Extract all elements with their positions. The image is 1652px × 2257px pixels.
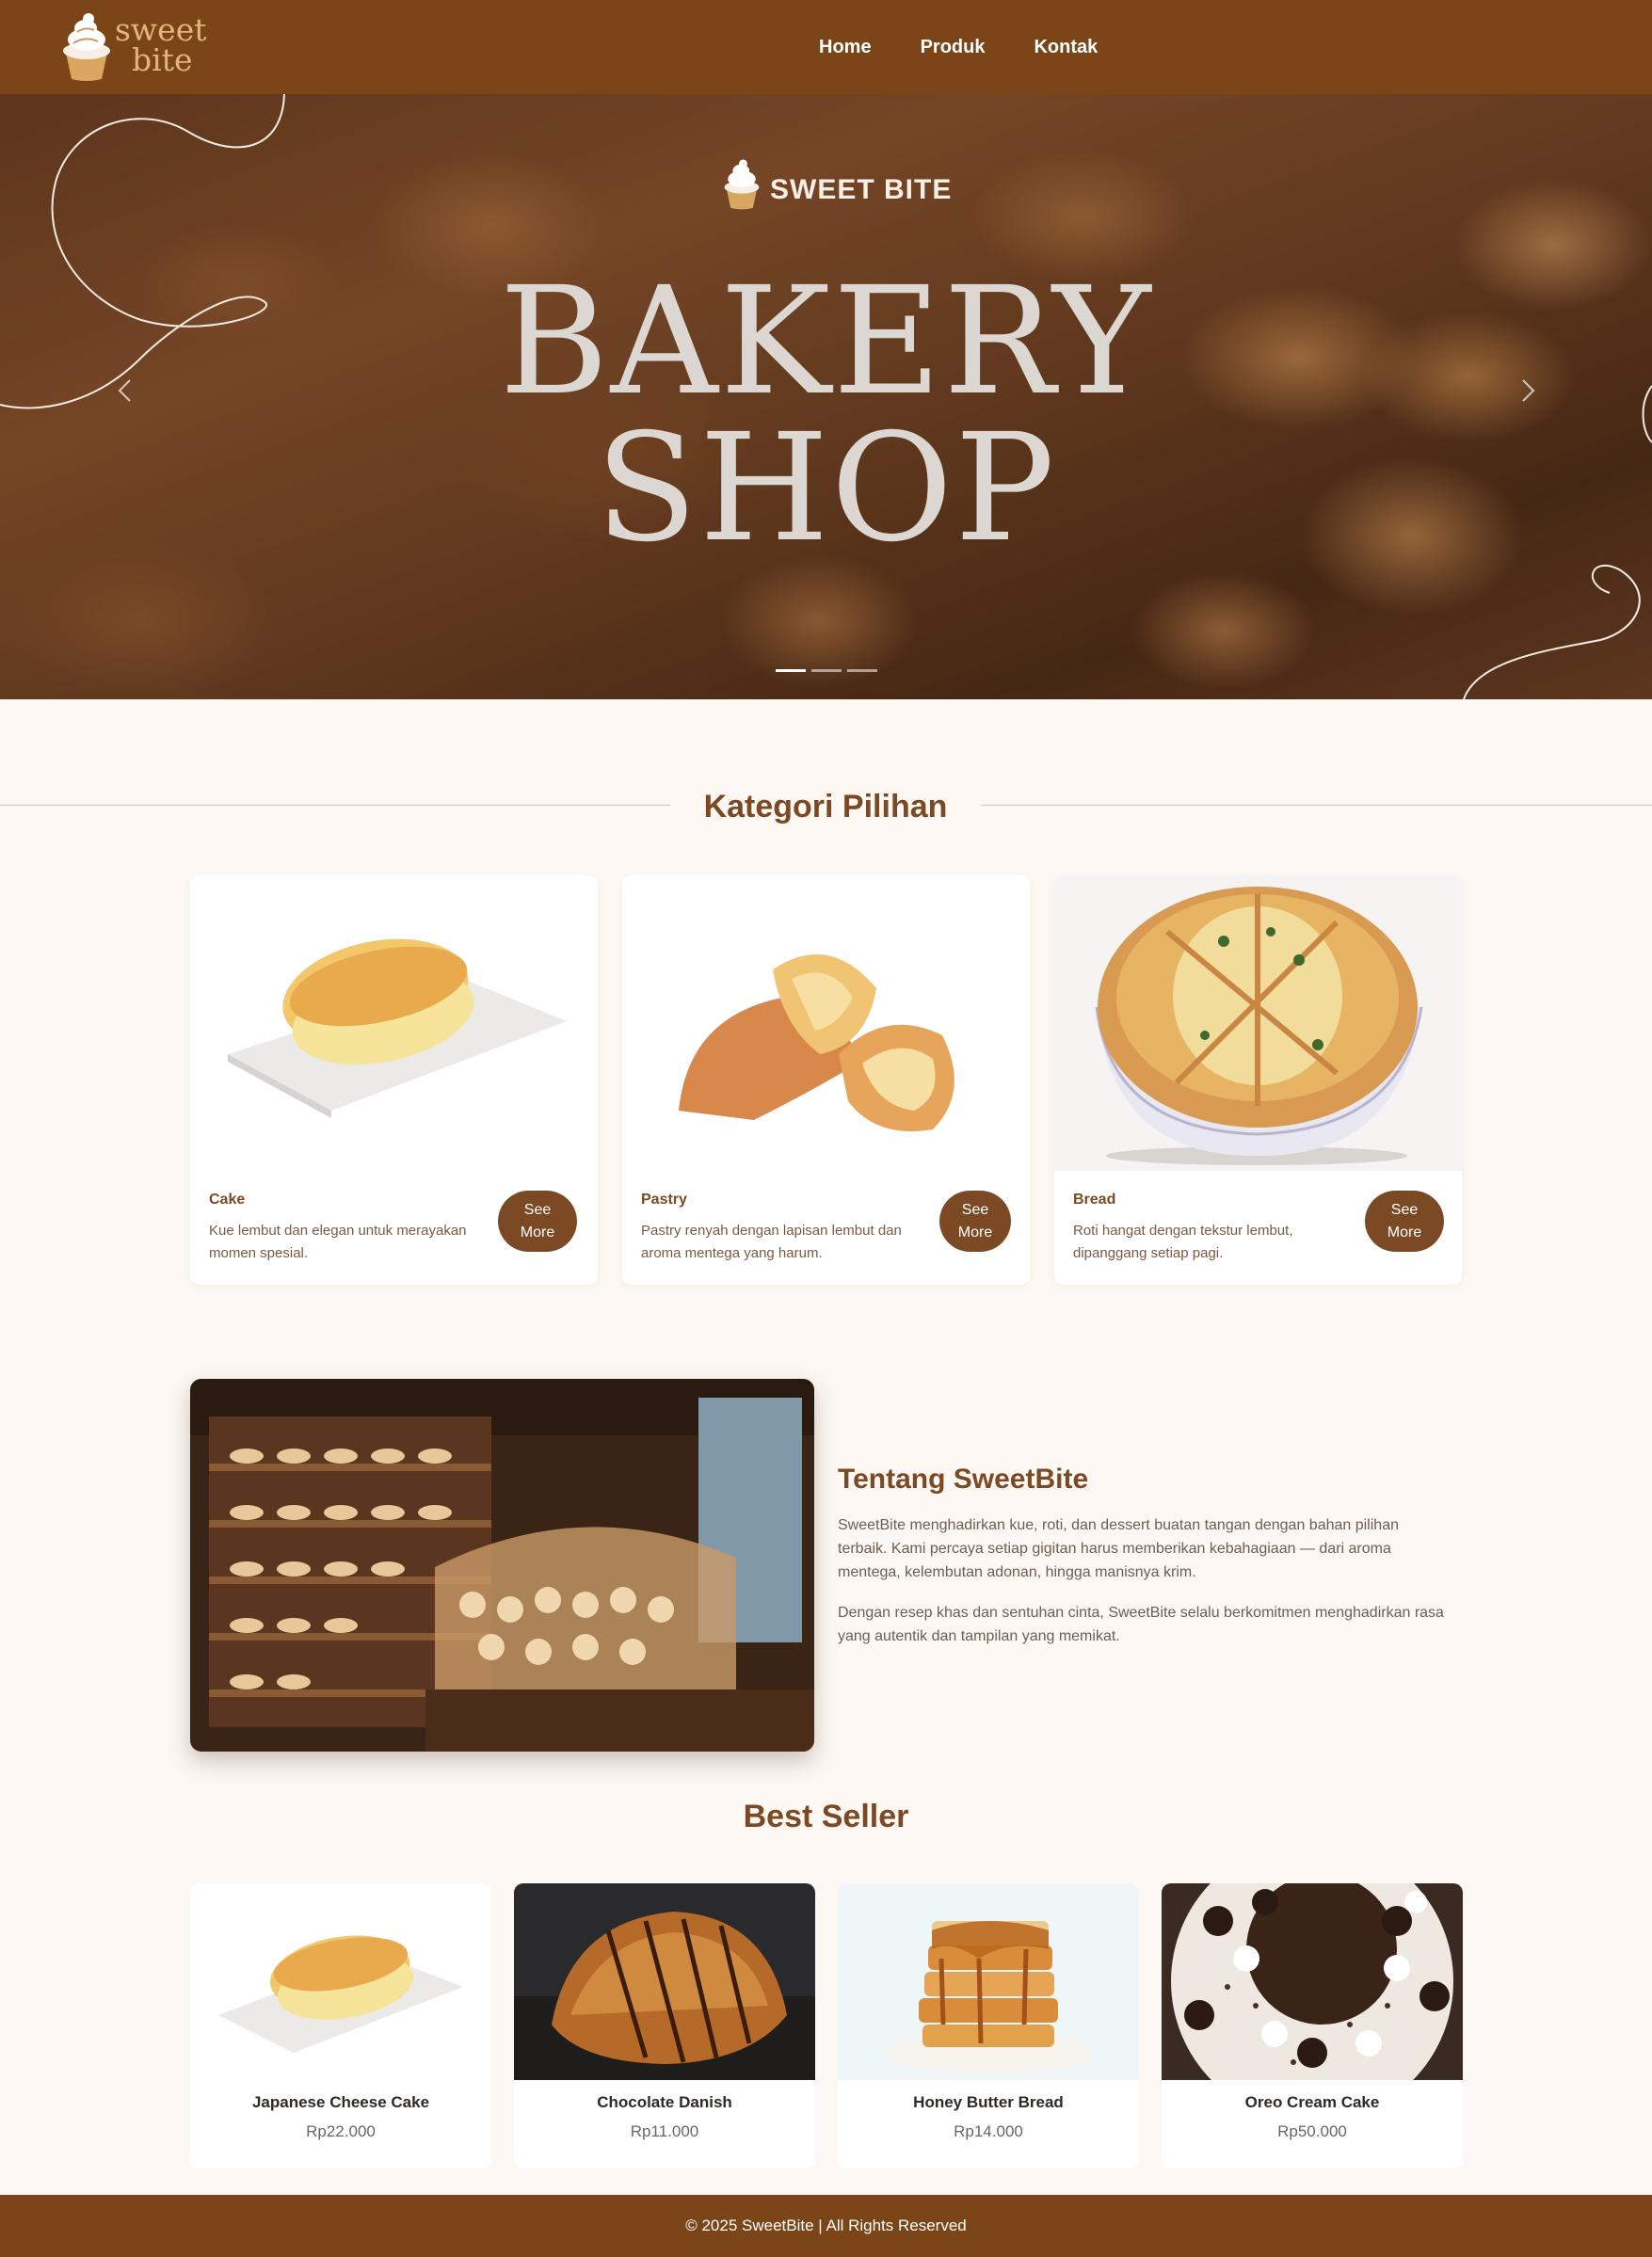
main-nav: Home Produk Kontak [819,0,1098,94]
product-name: Chocolate Danish [597,2093,732,2111]
japanese-cheese-cake-image [190,1883,491,2080]
category-card-pastry: Pastry Pastry renyah dengan lapisan lemb… [622,875,1030,1285]
hero-carousel: SWEET BITE BAKERY SHOP [0,94,1652,699]
chevron-right-icon[interactable] [1514,376,1542,405]
nav-kontak[interactable]: Kontak [1034,37,1098,58]
product-card[interactable]: Oreo Cream Cake Rp50.000 [1162,1883,1463,2169]
carousel-indicators [776,669,877,672]
honey-butter-bread-image [838,1883,1139,2080]
product-card[interactable]: Chocolate Danish Rp11.000 [514,1883,815,2169]
best-seller-title: Best Seller [743,1799,909,1834]
category-desc: Roti hangat dengan tekstur lembut, dipan… [1073,1223,1293,1261]
cupcake-logo-icon [63,13,110,81]
see-more-button[interactable]: See More [1365,1191,1444,1252]
bakery-interior-image [190,1379,814,1752]
logo-wordmark: sweet bite [115,14,207,78]
product-price: Rp50.000 [1277,2122,1347,2140]
hero-title-line-2: SHOP [595,402,1057,575]
navbar: sweet bite Home Produk Kontak [0,0,1652,94]
see-more-label-1: See [961,1201,989,1218]
category-card-bread: Bread Roti hangat dengan tekstur lembut,… [1054,875,1462,1285]
hero-title: BAKERY SHOP [0,255,1652,575]
about-title: Tentang SweetBite [838,1464,1089,1495]
logo-word-2: bite [132,41,193,78]
product-name: Japanese Cheese Cake [251,2093,430,2111]
product-card[interactable]: Honey Butter Bread Rp14.000 [838,1883,1139,2169]
hero-brand-text: SWEET BITE [770,174,953,205]
see-more-button[interactable]: See More [939,1191,1011,1252]
product-price: Rp11.000 [630,2122,699,2140]
about-paragraph-1: SweetBite menghadirkan kue, roti, dan de… [838,1517,1399,1580]
kategori-title: Kategori Pilihan [670,789,981,825]
carousel-dot-2[interactable] [811,669,842,672]
hero-title-line-1: BAKERY [499,255,1153,428]
product-card[interactable]: Japanese Cheese Cake Rp22.000 [190,1883,491,2169]
bread-image [1054,875,1462,1171]
carousel-dot-3[interactable] [847,669,877,672]
product-price: Rp14.000 [954,2122,1023,2140]
product-price: Rp22.000 [306,2122,376,2140]
product-name: Oreo Cream Cake [1244,2093,1380,2111]
category-name: Pastry [641,1192,687,1208]
category-name: Bread [1073,1192,1116,1208]
see-more-label-2: More [957,1224,993,1241]
category-card-cake: Cake Kue lembut dan elegan untuk merayak… [190,875,598,1285]
nav-produk[interactable]: Produk [921,37,986,58]
about-paragraph-2: Dengan resep khas dan sentuhan cinta, Sw… [838,1605,1444,1644]
footer: © 2025 SweetBite | All Rights Reserved [0,2195,1652,2257]
see-more-label-2: More [520,1224,555,1241]
hero-brand: SWEET BITE [721,158,952,211]
oreo-cream-cake-image [1162,1883,1463,2080]
category-name: Cake [209,1192,246,1208]
product-name: Honey Butter Bread [913,2093,1064,2111]
logo[interactable]: sweet bite [60,11,211,83]
see-more-label-1: See [523,1201,552,1218]
see-more-label-1: See [1390,1201,1419,1218]
category-desc: Pastry renyah dengan lapisan lembut dan … [641,1223,902,1261]
pastry-image [622,875,1030,1171]
footer-copyright: © 2025 SweetBite | All Rights Reserved [685,2217,967,2234]
category-desc: Kue lembut dan elegan untuk merayakan mo… [209,1223,467,1261]
chocolate-danish-image [514,1883,815,2080]
cake-image [190,875,598,1171]
carousel-dot-1[interactable] [776,669,806,672]
about-image [190,1379,814,1752]
nav-home[interactable]: Home [819,37,872,58]
see-more-button[interactable]: See More [498,1191,577,1252]
see-more-label-2: More [1387,1224,1422,1241]
cupcake-icon [724,159,760,210]
chevron-left-icon[interactable] [111,376,139,405]
